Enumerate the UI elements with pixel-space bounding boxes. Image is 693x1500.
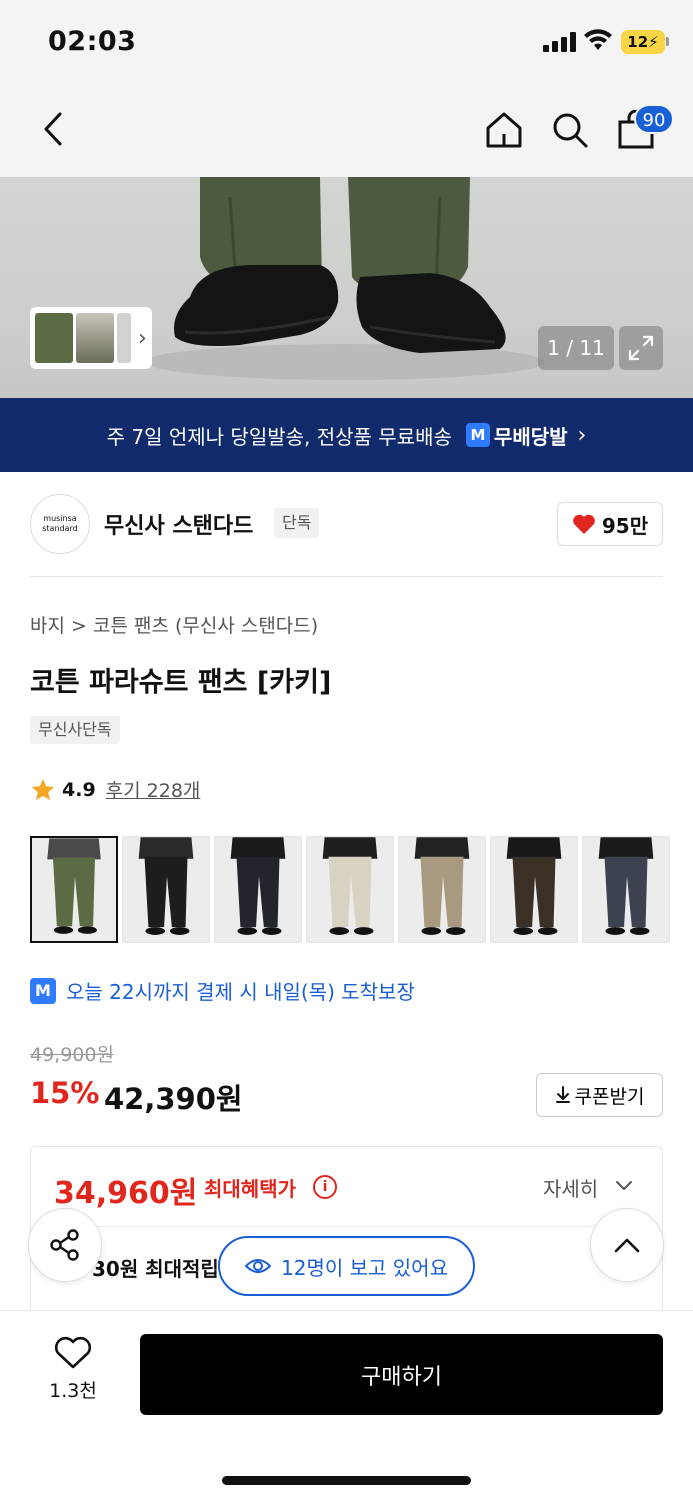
original-price: 49,900원 <box>30 1044 114 1066</box>
search-icon <box>553 113 588 148</box>
cellular-signal-icon <box>543 32 576 52</box>
benefit-detail-link[interactable]: 자세히 <box>543 1173 598 1202</box>
swatch-photo <box>491 837 577 942</box>
swatch-photo <box>123 837 209 942</box>
buy-button[interactable]: 구매하기 <box>140 1334 663 1415</box>
search-button[interactable] <box>546 106 594 154</box>
free-shipping-banner[interactable]: 주 7일 언제나 당일발송, 전상품 무료배송 M 무배당발 › <box>0 398 693 472</box>
color-swatch[interactable] <box>30 836 118 943</box>
rating-score: 4.9 <box>62 778 96 801</box>
gallery-thumb <box>117 313 131 363</box>
status-bar: 02:03 12⚡ <box>0 0 693 84</box>
viewers-indicator: 12명이 보고 있어요 <box>218 1236 475 1296</box>
chevron-down-icon[interactable] <box>614 1176 634 1197</box>
exclusive-product-tag: 무신사단독 <box>30 716 120 744</box>
color-swatches <box>30 836 670 943</box>
gallery-thumbnail-strip[interactable]: › <box>30 307 152 369</box>
color-swatch[interactable] <box>214 836 302 943</box>
status-time: 02:03 <box>48 26 137 57</box>
product-title: 코튼 파라슈트 팬츠 [카키] <box>30 667 332 698</box>
sale-price: 42,390원 <box>104 1082 243 1116</box>
share-button[interactable] <box>28 1208 102 1282</box>
chevron-right-icon: › <box>577 422 587 448</box>
max-benefit-label: 최대혜택가 <box>204 1177 296 1201</box>
brand-logo[interactable]: musinsa standard <box>30 494 90 554</box>
max-benefit-price: 34,960원 <box>54 1176 198 1211</box>
breadcrumb[interactable]: 바지 > 코튼 팬츠 (무신사 스탠다드) <box>30 611 318 638</box>
divider <box>54 1226 639 1227</box>
exclusive-tag: 단독 <box>274 508 320 538</box>
brand-logo-text: musinsa standard <box>42 514 78 533</box>
chevron-left-icon <box>44 112 62 146</box>
heart-filled-icon <box>573 514 595 534</box>
top-nav <box>0 84 693 177</box>
home-indicator <box>222 1476 471 1485</box>
brand-like-button[interactable]: 95만 <box>557 502 663 546</box>
battery-nub <box>666 37 669 46</box>
info-icon[interactable]: i <box>313 1175 337 1199</box>
home-button[interactable] <box>480 106 528 154</box>
swatch-photo <box>215 837 301 942</box>
viewers-text: 12명이 보고 있어요 <box>281 1255 448 1280</box>
gallery-thumb <box>35 313 73 363</box>
reviews-link[interactable]: 후기 228개 <box>106 776 201 803</box>
expand-gallery-button[interactable] <box>619 326 663 370</box>
coupon-label: 쿠폰받기 <box>574 1086 645 1108</box>
gallery-counter: 1 / 11 <box>538 326 614 370</box>
home-icon <box>486 112 522 148</box>
color-swatch[interactable] <box>398 836 486 943</box>
expand-icon <box>628 335 654 361</box>
battery-icon: 12⚡ <box>621 30 665 54</box>
wishlist-count: 1.3천 <box>49 1380 97 1402</box>
download-icon <box>555 1086 570 1103</box>
swatch-photo <box>399 837 485 942</box>
divider <box>30 576 663 577</box>
scroll-top-button[interactable] <box>590 1208 664 1282</box>
color-swatch[interactable] <box>582 836 670 943</box>
swatch-photo <box>307 837 393 942</box>
banner-text: 주 7일 언제나 당일발송, 전상품 무료배송 <box>106 424 452 449</box>
coupon-button[interactable]: 쿠폰받기 <box>536 1073 663 1117</box>
discount-rate: 15% <box>30 1076 100 1110</box>
color-swatch[interactable] <box>122 836 210 943</box>
brand-name[interactable]: 무신사 스탠다드 <box>104 508 253 540</box>
battery-level: 12 <box>627 33 649 51</box>
musinsa-delivery-icon: M <box>30 977 56 1004</box>
brand-like-count: 95만 <box>601 513 649 538</box>
eye-icon <box>245 1259 272 1273</box>
back-button[interactable] <box>30 106 76 152</box>
heart-outline-icon <box>54 1336 92 1369</box>
chevron-up-icon <box>614 1238 640 1253</box>
wifi-icon <box>584 29 612 50</box>
musinsa-delivery-icon: M <box>465 423 490 447</box>
chevron-right-icon: › <box>138 325 147 351</box>
swatch-photo <box>583 837 669 942</box>
delivery-guarantee[interactable]: M 오늘 22시까지 결제 시 내일(목) 도착보장 <box>30 976 415 1005</box>
rating-row[interactable]: 4.9 후기 228개 <box>30 776 200 803</box>
delivery-text: 오늘 22시까지 결제 시 내일(목) 도착보장 <box>66 980 415 1004</box>
star-icon <box>31 778 55 800</box>
banner-brand: 무배당발 <box>493 424 568 449</box>
color-swatch[interactable] <box>306 836 394 943</box>
max-points: 30원 최대적립 <box>92 1257 219 1281</box>
cart-count-badge: 90 <box>634 104 674 134</box>
color-swatch[interactable] <box>490 836 578 943</box>
wishlist-button[interactable]: 1.3천 <box>40 1336 106 1403</box>
share-icon <box>50 1229 79 1261</box>
swatch-photo <box>32 838 116 941</box>
gallery-thumb <box>76 313 114 363</box>
